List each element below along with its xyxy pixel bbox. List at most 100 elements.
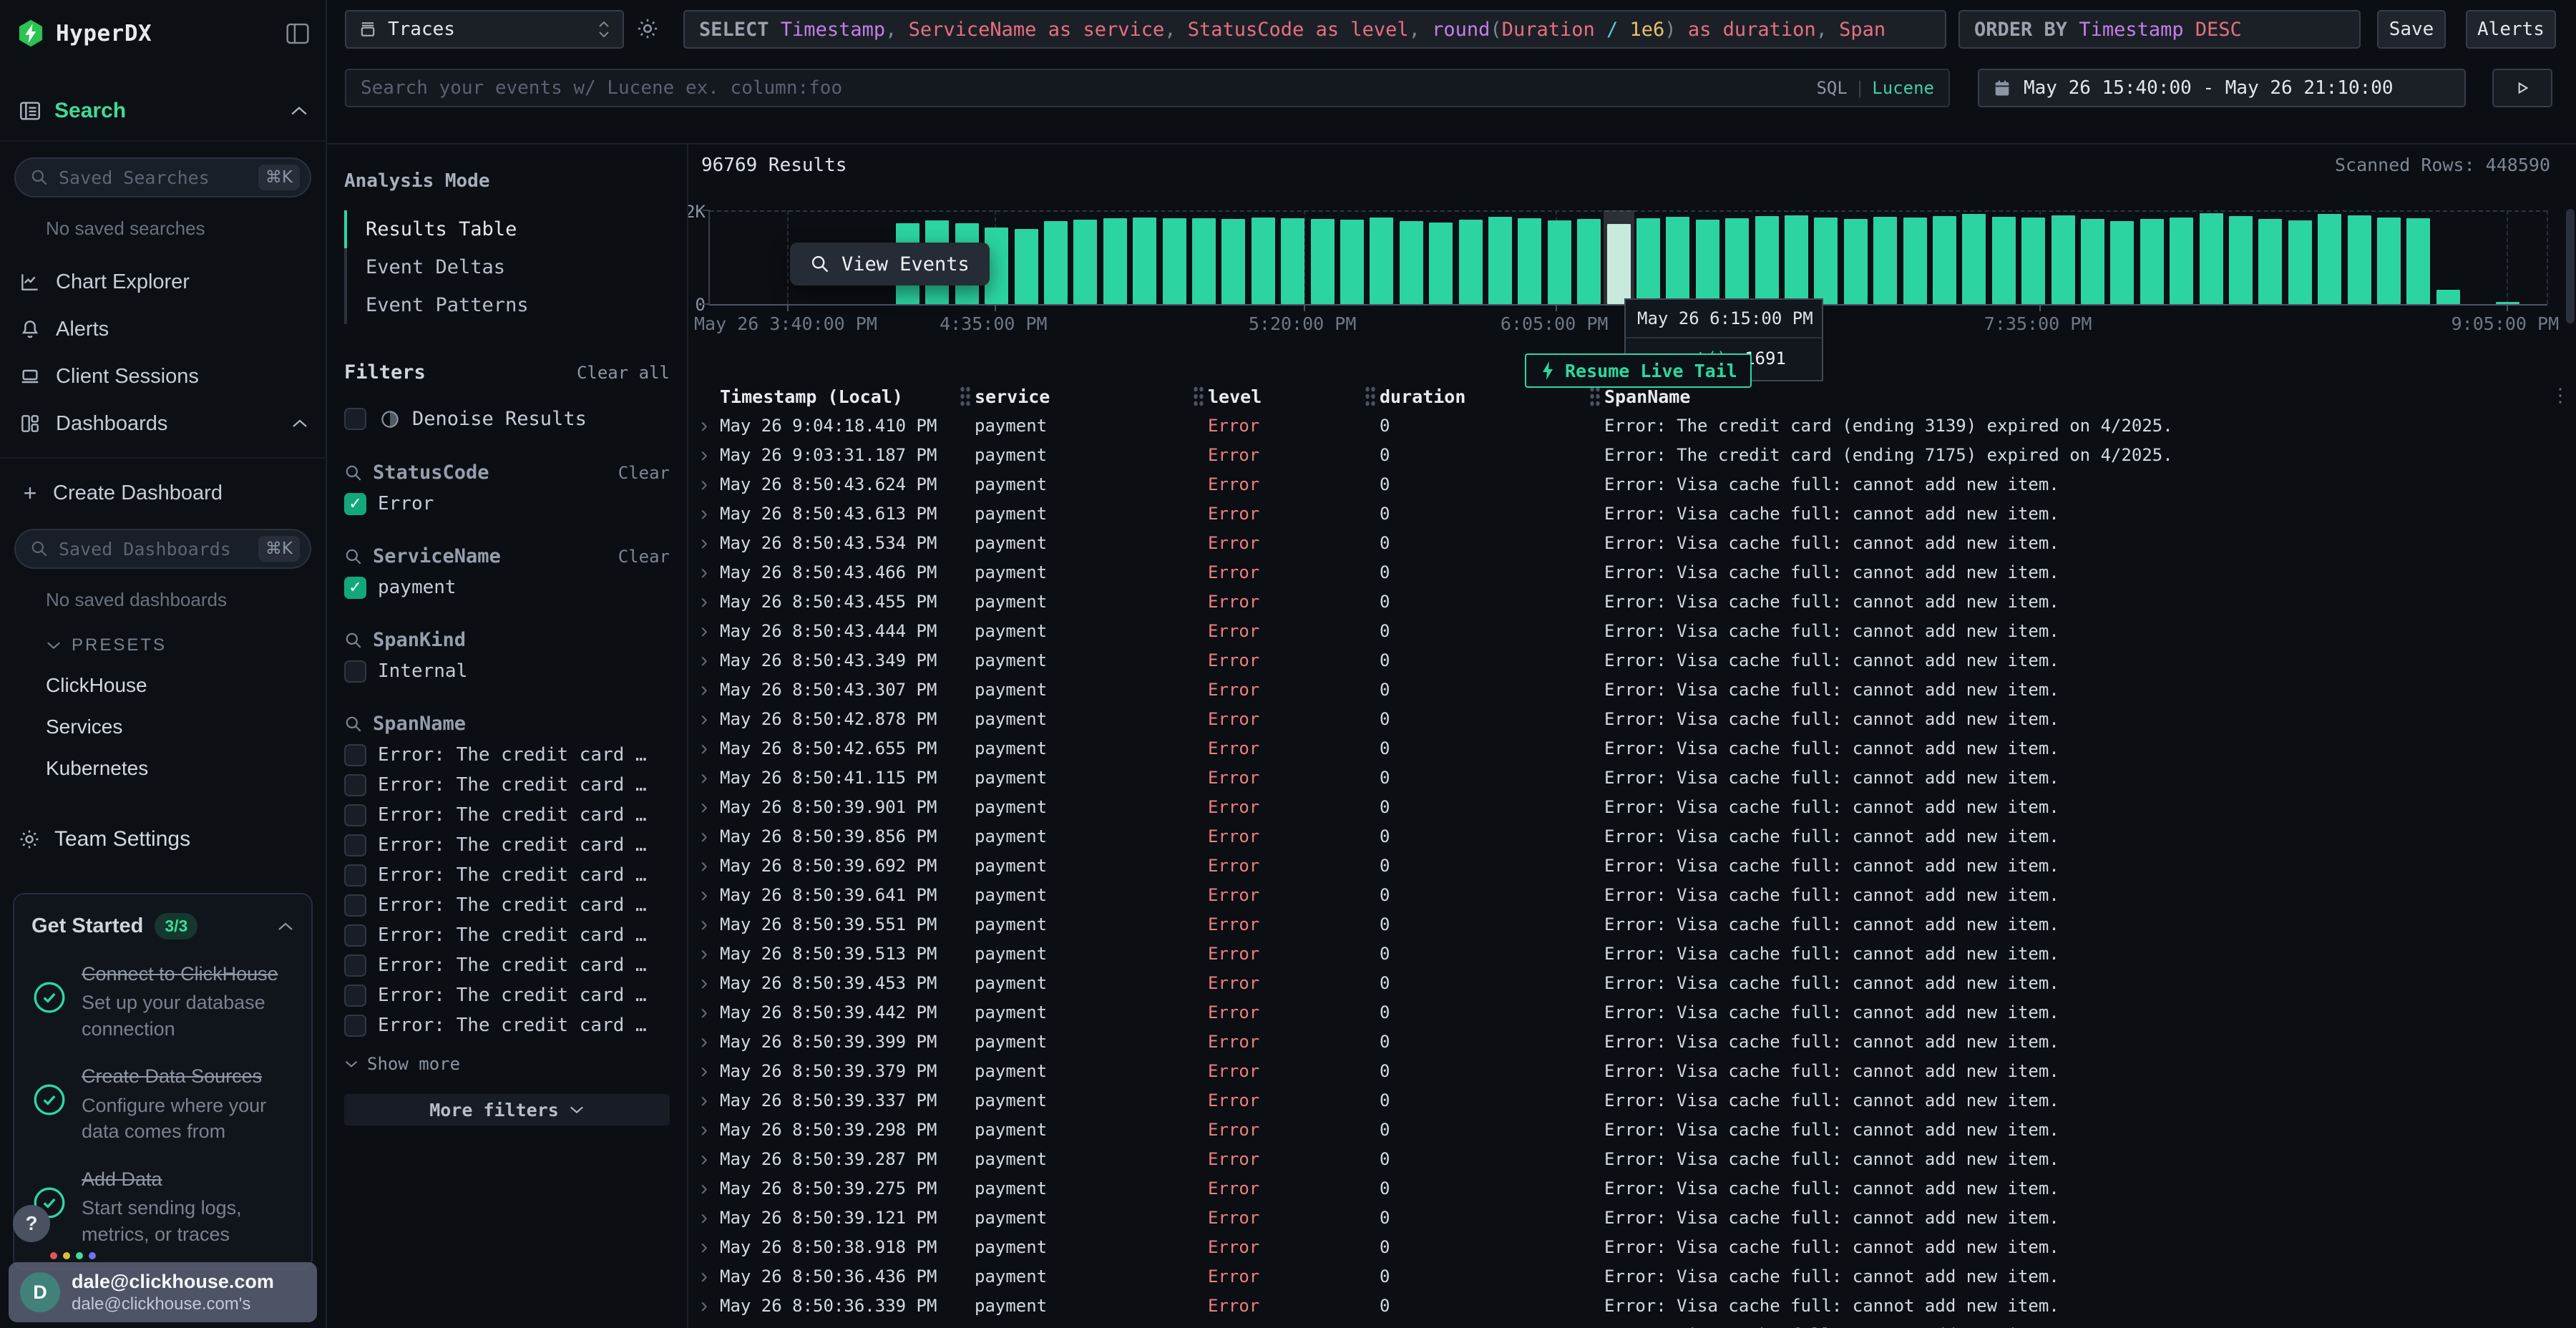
- histogram-bar[interactable]: [2436, 290, 2460, 304]
- table-row[interactable]: ›May 26 8:50:39.692 PMpaymentError0Error…: [688, 851, 2576, 880]
- histogram-bar[interactable]: [1252, 218, 1275, 304]
- table-row[interactable]: ›May 26 8:50:39.856 PMpaymentError0Error…: [688, 821, 2576, 851]
- checkbox[interactable]: ✓: [344, 493, 366, 515]
- row-expand-chevron[interactable]: ›: [701, 1206, 708, 1230]
- row-expand-chevron[interactable]: ›: [701, 971, 708, 995]
- preset-services[interactable]: Services: [0, 716, 326, 738]
- row-expand-chevron[interactable]: ›: [701, 736, 708, 761]
- row-expand-chevron[interactable]: ›: [701, 648, 708, 673]
- histogram-bar[interactable]: [1518, 218, 1541, 304]
- checkbox[interactable]: [344, 985, 366, 1007]
- table-row[interactable]: ›May 26 8:50:39.442 PMpaymentError0Error…: [688, 997, 2576, 1027]
- source-select[interactable]: Traces: [345, 10, 624, 49]
- histogram-bar[interactable]: [1340, 220, 1364, 304]
- row-expand-chevron[interactable]: ›: [701, 912, 708, 937]
- table-row[interactable]: ›May 26 8:50:39.298 PMpaymentError0Error…: [688, 1115, 2576, 1144]
- table-row[interactable]: ›May 26 8:50:39.453 PMpaymentError0Error…: [688, 968, 2576, 997]
- row-expand-chevron[interactable]: ›: [701, 1000, 708, 1025]
- histogram-bar[interactable]: [2200, 213, 2223, 304]
- histogram-bar[interactable]: [2288, 220, 2312, 304]
- mode-lucene-toggle[interactable]: Lucene: [1872, 78, 1934, 98]
- table-row[interactable]: ›May 26 8:50:43.455 PMpaymentError0Error…: [688, 587, 2576, 616]
- table-row[interactable]: ›May 26 8:50:39.379 PMpaymentError0Error…: [688, 1056, 2576, 1085]
- table-row[interactable]: ›May 26 8:50:39.551 PMpaymentError0Error…: [688, 909, 2576, 939]
- analysis-mode-event-deltas[interactable]: Event Deltas: [344, 248, 670, 286]
- col-timestamp[interactable]: Timestamp (Local): [720, 386, 956, 407]
- table-row[interactable]: ›May 26 8:50:39.121 PMpaymentError0Error…: [688, 1203, 2576, 1232]
- table-row[interactable]: ›May 26 8:50:36.436 PMpaymentError0Error…: [688, 1261, 2576, 1291]
- table-row[interactable]: ›May 26 8:50:39.287 PMpaymentError0Error…: [688, 1144, 2576, 1173]
- sidebar-item-chart-explorer[interactable]: Chart Explorer: [0, 258, 326, 306]
- row-expand-chevron[interactable]: ›: [701, 1294, 708, 1318]
- sidebar-item-team-settings[interactable]: Team Settings: [0, 827, 326, 851]
- sidebar-item-client-sessions[interactable]: Client Sessions: [0, 353, 326, 400]
- show-more-button[interactable]: Show more: [344, 1054, 670, 1074]
- more-filters-button[interactable]: More filters: [344, 1094, 670, 1126]
- histogram-bar[interactable]: [1844, 219, 1868, 304]
- presets-toggle[interactable]: PRESETS: [0, 635, 326, 655]
- table-row[interactable]: ›May 26 9:03:31.187 PMpaymentError0Error…: [688, 440, 2576, 469]
- filter-group-clear-button[interactable]: Clear: [618, 463, 670, 483]
- filter-option[interactable]: Internal: [344, 661, 670, 681]
- table-row[interactable]: ›May 26 8:50:43.307 PMpaymentError0Error…: [688, 675, 2576, 704]
- row-expand-chevron[interactable]: ›: [701, 1323, 708, 1328]
- filter-option[interactable]: Error: The credit card …: [344, 985, 670, 1005]
- histogram-bar[interactable]: [1814, 218, 1838, 304]
- table-row[interactable]: ›May 26 9:04:18.410 PMpaymentError0Error…: [688, 411, 2576, 440]
- row-expand-chevron[interactable]: ›: [701, 1264, 708, 1289]
- filter-option[interactable]: Error: The credit card …: [344, 805, 670, 825]
- filter-option[interactable]: Error: The credit card …: [344, 745, 670, 765]
- row-expand-chevron[interactable]: ›: [701, 824, 708, 849]
- histogram-bar[interactable]: [1725, 218, 1749, 304]
- column-resize-handle[interactable]: [960, 386, 971, 407]
- checkbox[interactable]: [344, 804, 366, 826]
- clear-all-filters-button[interactable]: Clear all: [577, 363, 670, 383]
- column-resize-handle[interactable]: [1365, 386, 1376, 407]
- sidebar-item-dashboards[interactable]: Dashboards: [0, 400, 326, 447]
- checkbox[interactable]: [344, 864, 366, 887]
- source-settings-gear-icon[interactable]: [635, 16, 660, 42]
- lucene-search-input[interactable]: Search your events w/ Lucene ex. column:…: [345, 69, 1950, 107]
- filter-group-clear-button[interactable]: Clear: [618, 547, 670, 567]
- time-range-picker[interactable]: May 26 15:40:00 - May 26 21:10:00: [1978, 69, 2466, 107]
- histogram-bar[interactable]: [1044, 221, 1068, 304]
- histogram-bar[interactable]: [1429, 223, 1453, 304]
- saved-dashboards-input[interactable]: Saved Dashboards ⌘K: [14, 529, 311, 569]
- histogram-bar[interactable]: [2170, 218, 2193, 304]
- table-row[interactable]: ›May 26 8:50:43.534 PMpaymentError0Error…: [688, 528, 2576, 557]
- histogram-bar[interactable]: [1281, 218, 1304, 304]
- histogram-bar[interactable]: [2318, 214, 2341, 304]
- sidebar-item-alerts[interactable]: Alerts: [0, 306, 326, 353]
- row-expand-chevron[interactable]: ›: [701, 1118, 708, 1142]
- table-options-kebab-icon[interactable]: ⋮: [2551, 391, 2570, 402]
- histogram-bar[interactable]: [2021, 218, 2045, 304]
- table-row[interactable]: ›May 26 8:50:43.624 PMpaymentError0Error…: [688, 469, 2576, 499]
- table-row[interactable]: ›May 26 8:50:43.613 PMpaymentError0Error…: [688, 499, 2576, 528]
- histogram-bar[interactable]: [1636, 218, 1660, 304]
- preset-kubernetes[interactable]: Kubernetes: [0, 757, 326, 780]
- checkbox[interactable]: [344, 744, 366, 766]
- mode-sql-toggle[interactable]: SQL: [1816, 78, 1847, 98]
- filter-option[interactable]: Error: The credit card …: [344, 775, 670, 795]
- row-expand-chevron[interactable]: ›: [701, 502, 708, 526]
- table-row[interactable]: ›May 26 8:50:39.399 PMpaymentError0Error…: [688, 1027, 2576, 1056]
- column-resize-handle[interactable]: [1193, 386, 1204, 407]
- table-row[interactable]: ›May 26 8:50:42.878 PMpaymentError0Error…: [688, 704, 2576, 733]
- table-row[interactable]: ›May 26 8:50:43.349 PMpaymentError0Error…: [688, 645, 2576, 675]
- histogram-bar[interactable]: [1192, 218, 1216, 304]
- table-row[interactable]: ›May 26 8:50:43.444 PMpaymentError0Error…: [688, 616, 2576, 645]
- table-row[interactable]: ›May 26 8:50:43.466 PMpaymentError0Error…: [688, 557, 2576, 587]
- histogram-bar[interactable]: [2406, 218, 2430, 304]
- col-spanname[interactable]: SpanName: [1604, 386, 2545, 407]
- filter-option[interactable]: Error: The credit card …: [344, 835, 670, 855]
- checkbox[interactable]: [344, 408, 366, 430]
- column-resize-handle[interactable]: [1589, 386, 1601, 407]
- histogram-bar[interactable]: [1785, 215, 1808, 304]
- histogram-bar[interactable]: [1015, 229, 1038, 304]
- row-expand-chevron[interactable]: ›: [701, 590, 708, 614]
- row-expand-chevron[interactable]: ›: [701, 443, 708, 467]
- collapse-sidebar-icon[interactable]: [286, 23, 310, 44]
- save-button[interactable]: Save: [2377, 10, 2446, 49]
- histogram-bar[interactable]: [1992, 217, 2016, 304]
- filter-option[interactable]: Error: The credit card …: [344, 925, 670, 945]
